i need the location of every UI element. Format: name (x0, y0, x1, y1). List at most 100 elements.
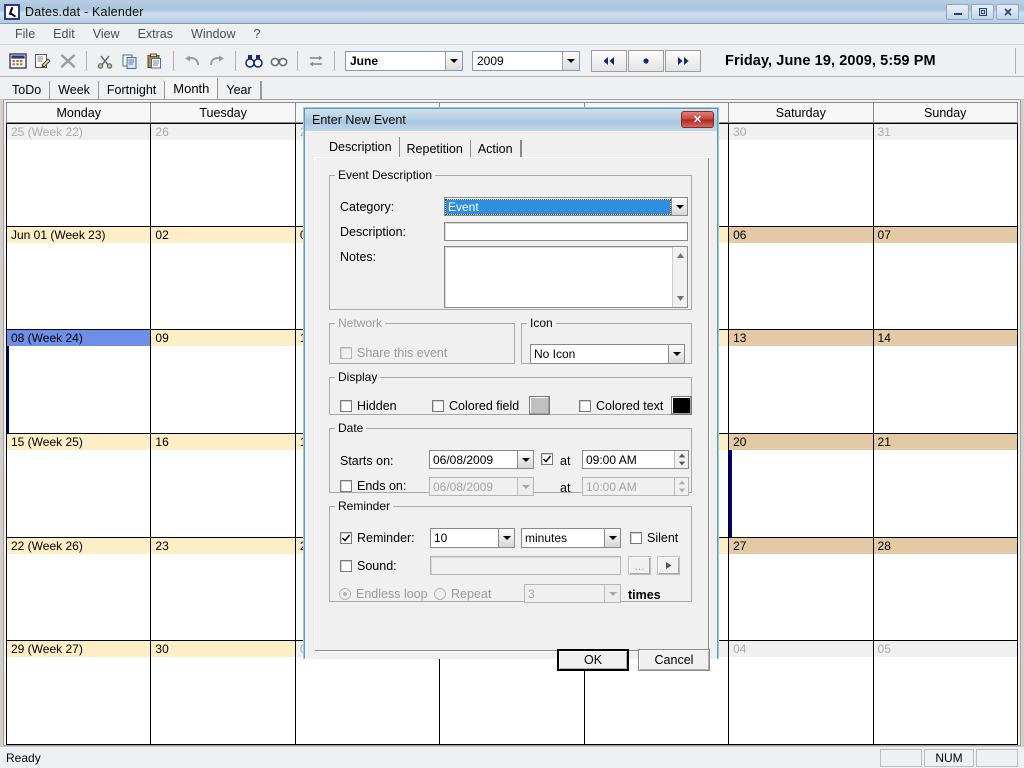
calendar-day-cell[interactable]: 29 (Week 27) (6, 641, 151, 746)
calendar-day-cell[interactable]: 27 (728, 537, 873, 642)
swap-icon[interactable] (304, 49, 328, 73)
tab-todo[interactable]: ToDo (4, 81, 51, 99)
checkbox-box[interactable] (432, 400, 444, 412)
colored-field-checkbox[interactable]: Colored field (432, 399, 519, 413)
dialog-tab-action[interactable]: Action (471, 140, 521, 157)
ends-on-checkbox[interactable]: Ends on: (340, 479, 406, 493)
year-select[interactable]: 2009 (472, 50, 580, 71)
spinner-up-icon[interactable] (678, 452, 686, 460)
tab-month[interactable]: Month (165, 78, 219, 99)
calendar-day-cell[interactable]: 28 (872, 537, 1018, 642)
maximize-icon[interactable] (971, 3, 994, 20)
hidden-checkbox[interactable]: Hidden (340, 399, 397, 413)
spinner-down-icon[interactable] (678, 460, 686, 468)
cut-icon[interactable] (93, 49, 117, 73)
dialog-tab-description[interactable]: Description (322, 137, 400, 157)
checkbox-box[interactable] (340, 532, 352, 544)
colored-text-checkbox[interactable]: Colored text (579, 399, 663, 413)
close-icon[interactable] (996, 3, 1019, 20)
scroll-down-icon[interactable] (674, 292, 687, 305)
redo-icon[interactable] (205, 49, 229, 73)
chevron-down-icon[interactable] (445, 51, 462, 70)
calendar-day-cell[interactable]: 25 (Week 22) (6, 123, 151, 227)
calendar-day-cell[interactable]: Jun 01 (Week 23) (6, 226, 151, 331)
previous-button[interactable] (591, 49, 627, 72)
checkbox-box[interactable] (340, 560, 352, 572)
tab-fortnight[interactable]: Fortnight (98, 81, 166, 99)
calendar-day-cell[interactable]: 09 (150, 330, 295, 435)
chevron-down-icon[interactable] (604, 529, 620, 547)
description-input[interactable] (444, 222, 688, 241)
checkbox-box[interactable] (630, 532, 642, 544)
find-next-icon[interactable] (267, 49, 291, 73)
menu-item-edit[interactable]: Edit (44, 25, 84, 43)
menu-item-file[interactable]: File (6, 25, 44, 43)
colored-text-swatch[interactable] (671, 396, 692, 415)
spinner-buttons[interactable] (674, 451, 688, 468)
calendar-day-cell[interactable]: 22 (Week 26) (6, 537, 151, 642)
menu-item-view[interactable]: View (84, 25, 129, 43)
notes-textarea[interactable] (444, 246, 688, 308)
undo-icon[interactable] (180, 49, 204, 73)
tab-week[interactable]: Week (50, 81, 99, 99)
category-select[interactable]: Event (444, 197, 688, 216)
reminder-checkbox[interactable]: Reminder: (340, 531, 415, 545)
chevron-down-icon[interactable] (668, 345, 684, 363)
chevron-down-icon[interactable] (498, 529, 514, 547)
today-button[interactable] (628, 49, 664, 72)
menu-item-help[interactable]: ? (244, 25, 269, 43)
next-button[interactable] (665, 49, 701, 72)
notes-scrollbar[interactable] (672, 247, 687, 307)
copy-icon[interactable] (118, 49, 142, 73)
paste-icon[interactable] (143, 49, 167, 73)
find-icon[interactable] (242, 49, 266, 73)
sound-checkbox[interactable]: Sound: (340, 559, 397, 573)
calendar-day-cell[interactable]: 06 (728, 226, 873, 331)
start-time-enabled-checkbox[interactable] (541, 453, 553, 465)
calendar-day-cell[interactable]: 02 (150, 226, 295, 331)
calendar-day-cell[interactable]: 04 (728, 641, 873, 746)
checkbox-box[interactable] (340, 480, 352, 492)
menu-item-extras[interactable]: Extras (129, 25, 182, 43)
calendar-day-cell[interactable]: 30 (728, 123, 873, 227)
scroll-up-icon[interactable] (674, 249, 687, 262)
calendar-day-cell[interactable]: 26 (150, 123, 295, 227)
minimize-icon[interactable] (946, 3, 969, 20)
start-time-spinner[interactable]: 09:00 AM (582, 450, 689, 469)
checkbox-box[interactable] (579, 400, 591, 412)
silent-checkbox[interactable]: Silent (630, 531, 678, 545)
toolbar-separator (334, 50, 335, 71)
colored-field-swatch[interactable] (529, 396, 550, 415)
month-select[interactable]: June (345, 50, 463, 71)
calendar-day-cell[interactable]: 16 (150, 434, 295, 538)
calendar-day-cell[interactable]: 23 (150, 537, 295, 642)
calendar-day-cell[interactable]: 21 (872, 434, 1018, 538)
delete-event-icon[interactable] (56, 49, 80, 73)
reminder-amount-select[interactable]: 10 (430, 528, 515, 548)
icon-select[interactable]: No Icon (530, 344, 685, 364)
calendar-day-cell[interactable]: 20 (728, 434, 873, 538)
calendar-day-cell[interactable]: 30 (150, 641, 295, 746)
chevron-down-icon[interactable] (517, 451, 533, 468)
reminder-unit-select[interactable]: minutes (521, 528, 621, 548)
cancel-button[interactable]: Cancel (638, 649, 710, 671)
dialog-tab-repetition[interactable]: Repetition (400, 140, 471, 157)
calendar-day-cell[interactable]: 07 (872, 226, 1018, 331)
calendar-day-cell[interactable]: 14 (872, 330, 1018, 435)
checkbox-box[interactable] (541, 453, 553, 465)
chevron-down-icon[interactable] (562, 51, 579, 70)
calendar-day-cell[interactable]: 31 (872, 123, 1018, 227)
tab-year[interactable]: Year (218, 81, 261, 99)
calendar-day-cell[interactable]: 05 (872, 641, 1018, 746)
calendar-day-cell[interactable]: 15 (Week 25) (6, 434, 151, 538)
edit-event-icon[interactable] (31, 49, 55, 73)
calendar-icon[interactable] (6, 49, 30, 73)
ok-button[interactable]: OK (557, 649, 629, 671)
checkbox-box[interactable] (340, 400, 352, 412)
dialog-close-icon[interactable]: ✕ (681, 111, 714, 128)
calendar-day-cell[interactable]: 13 (728, 330, 873, 435)
calendar-day-cell[interactable]: 08 (Week 24) (6, 330, 151, 435)
menu-item-window[interactable]: Window (182, 25, 244, 43)
start-date-select[interactable]: 06/08/2009 (429, 450, 534, 469)
chevron-down-icon[interactable] (671, 198, 687, 215)
